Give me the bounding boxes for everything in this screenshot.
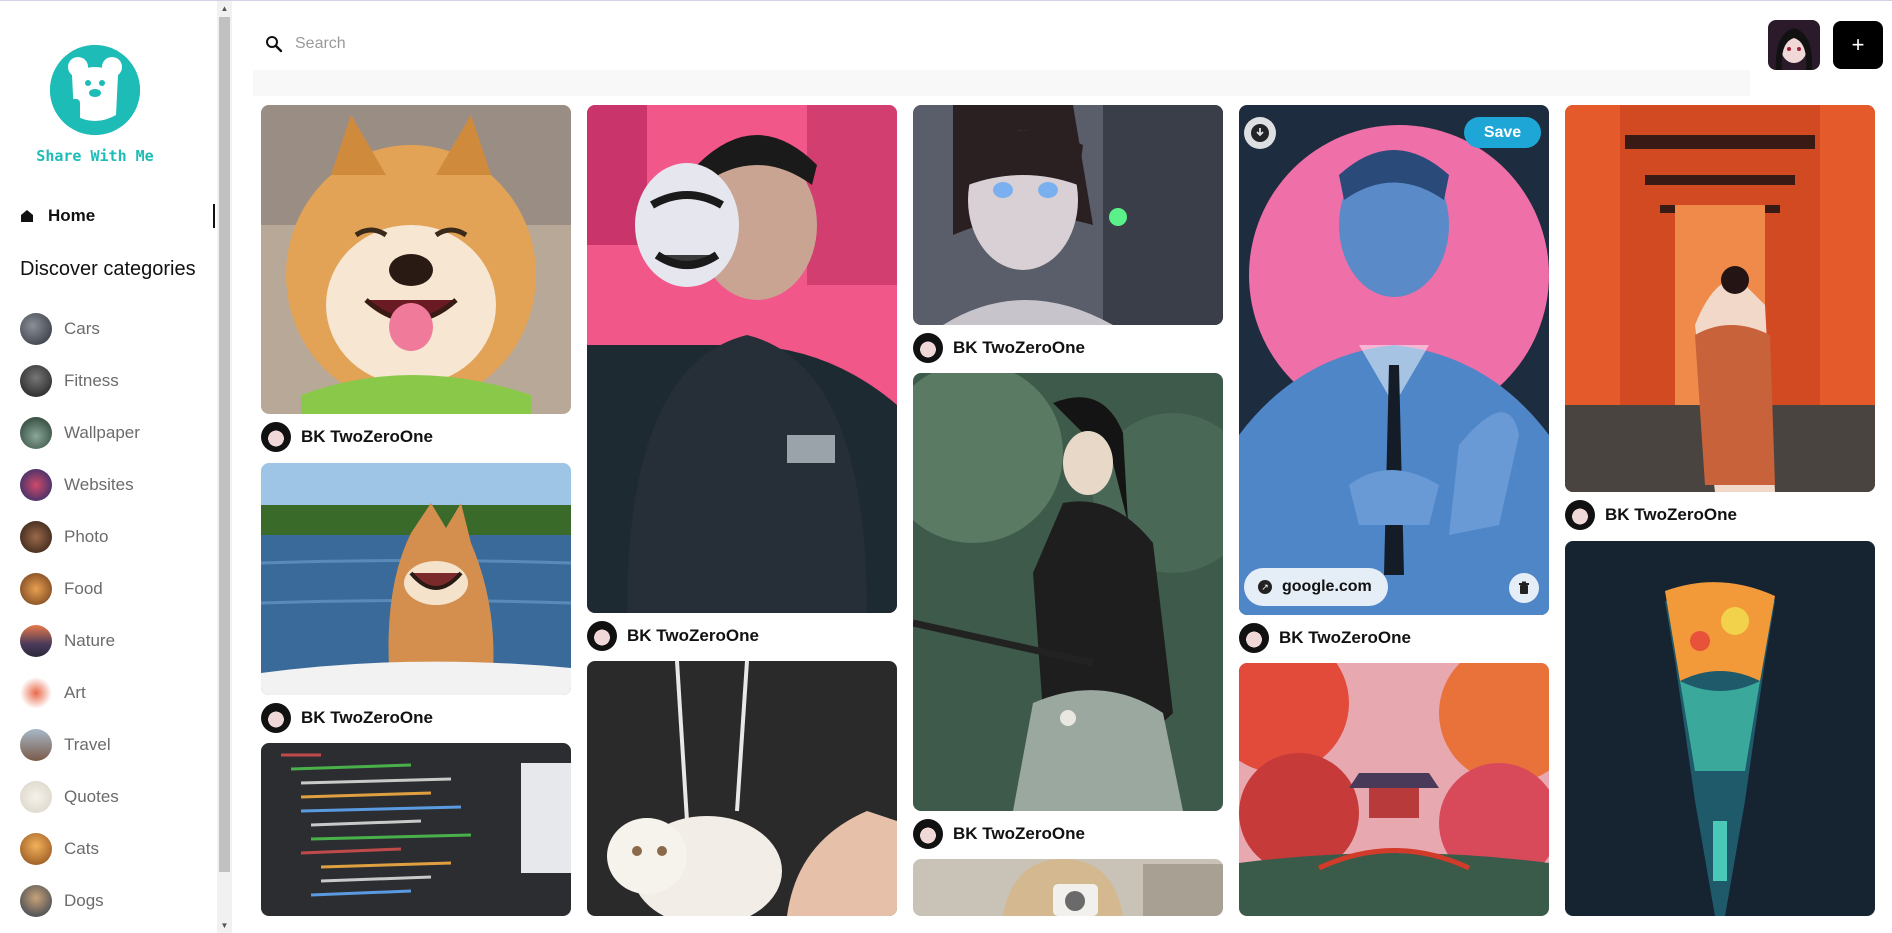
author-name: BK TwoZeroOne xyxy=(301,708,433,727)
category-websites[interactable]: Websites xyxy=(20,459,210,511)
category-thumb xyxy=(20,313,52,345)
logo[interactable] xyxy=(50,45,140,135)
external-link-icon: ↗ xyxy=(1258,580,1272,594)
pin-anime-girl[interactable] xyxy=(913,105,1223,325)
author-avatar xyxy=(913,819,943,849)
pin-camera-girl[interactable] xyxy=(913,859,1223,916)
category-photo[interactable]: Photo xyxy=(20,511,210,563)
pin-author[interactable]: BK TwoZeroOne xyxy=(913,819,1085,849)
sidebar: Share With Me Home Discover categories C… xyxy=(0,1,217,933)
categories-heading: Discover categories xyxy=(20,258,196,280)
category-thumb xyxy=(20,677,52,709)
pin-author[interactable]: BK TwoZeroOne xyxy=(587,621,759,651)
category-label: Quotes xyxy=(64,787,119,806)
pin-japanese-garden[interactable] xyxy=(1239,663,1549,916)
category-label: Cars xyxy=(64,319,100,338)
category-cats[interactable]: Cats xyxy=(20,823,210,875)
category-thumb xyxy=(20,885,52,917)
brand-name: Share With Me xyxy=(36,147,154,165)
search-icon xyxy=(266,36,283,53)
pin-shiba-smile[interactable] xyxy=(261,105,571,414)
pin-author[interactable]: BK TwoZeroOne xyxy=(261,422,433,452)
author-name: BK TwoZeroOne xyxy=(627,626,759,645)
pin-author[interactable]: BK TwoZeroOne xyxy=(1565,500,1737,530)
sidebar-scrollbar[interactable]: ▲ ▼ xyxy=(217,1,232,933)
pin-samurai-girl[interactable] xyxy=(913,373,1223,811)
category-art[interactable]: Art xyxy=(20,667,210,719)
author-name: BK TwoZeroOne xyxy=(1605,505,1737,524)
category-thumb xyxy=(20,781,52,813)
author-name: BK TwoZeroOne xyxy=(301,427,433,446)
download-icon xyxy=(1251,124,1269,142)
pin-code[interactable] xyxy=(261,743,571,916)
category-wallpaper[interactable]: Wallpaper xyxy=(20,407,210,459)
category-thumb xyxy=(20,573,52,605)
author-avatar xyxy=(261,422,291,452)
author-name: BK TwoZeroOne xyxy=(953,824,1085,843)
category-label: Food xyxy=(64,579,103,598)
category-cars[interactable]: Cars xyxy=(20,303,210,355)
category-thumb xyxy=(20,625,52,657)
nav-home-label: Home xyxy=(48,206,96,225)
author-name: BK TwoZeroOne xyxy=(1279,628,1411,647)
category-label: Websites xyxy=(64,475,134,494)
source-link[interactable]: ↗ google.com xyxy=(1244,568,1388,606)
author-avatar xyxy=(261,703,291,733)
category-thumb xyxy=(20,521,52,553)
category-quotes[interactable]: Quotes xyxy=(20,771,210,823)
author-avatar xyxy=(587,621,617,651)
source-link-label: google.com xyxy=(1282,578,1372,595)
search-input[interactable] xyxy=(295,35,1695,53)
top-border xyxy=(0,0,1892,1)
delete-button[interactable] xyxy=(1509,573,1539,603)
user-avatar[interactable] xyxy=(1768,20,1820,70)
save-button[interactable]: Save xyxy=(1464,117,1541,148)
category-thumb xyxy=(20,729,52,761)
category-fitness[interactable]: Fitness xyxy=(20,355,210,407)
pin-city-art[interactable] xyxy=(1565,541,1875,916)
scroll-thumb[interactable] xyxy=(219,17,230,872)
pin-blue-man[interactable] xyxy=(1239,105,1549,615)
category-list: Cars Fitness Wallpaper Websites Photo Fo… xyxy=(20,303,210,927)
pin-author[interactable]: BK TwoZeroOne xyxy=(1239,623,1411,653)
category-dogs[interactable]: Dogs xyxy=(20,875,210,927)
category-food[interactable]: Food xyxy=(20,563,210,615)
category-thumb xyxy=(20,417,52,449)
scroll-down-arrow-icon[interactable]: ▼ xyxy=(217,918,232,933)
download-button[interactable] xyxy=(1244,117,1276,149)
search-bar xyxy=(253,22,1750,96)
nav-home[interactable]: Home xyxy=(20,204,215,228)
pin-author[interactable]: BK TwoZeroOne xyxy=(261,703,433,733)
category-travel[interactable]: Travel xyxy=(20,719,210,771)
category-thumb xyxy=(20,365,52,397)
category-label: Travel xyxy=(64,735,111,754)
category-label: Fitness xyxy=(64,371,119,390)
author-avatar xyxy=(913,333,943,363)
author-avatar xyxy=(1565,500,1595,530)
pin-torii-kimono[interactable] xyxy=(1565,105,1875,492)
add-pin-button[interactable]: + xyxy=(1833,21,1883,69)
category-nature[interactable]: Nature xyxy=(20,615,210,667)
category-label: Nature xyxy=(64,631,116,650)
category-label: Wallpaper xyxy=(64,423,140,442)
scroll-up-arrow-icon[interactable]: ▲ xyxy=(217,1,232,16)
pin-shiba-boat[interactable] xyxy=(261,463,571,695)
home-icon xyxy=(21,210,33,222)
category-label: Art xyxy=(64,683,86,702)
pin-mask-man[interactable] xyxy=(587,105,897,613)
trash-icon xyxy=(1519,581,1529,594)
pin-author[interactable]: BK TwoZeroOne xyxy=(913,333,1085,363)
category-thumb xyxy=(20,469,52,501)
category-label: Dogs xyxy=(64,891,104,910)
pin-white-cat[interactable] xyxy=(587,661,897,916)
category-label: Photo xyxy=(64,527,109,546)
author-name: BK TwoZeroOne xyxy=(953,338,1085,357)
category-thumb xyxy=(20,833,52,865)
author-avatar xyxy=(1239,623,1269,653)
category-label: Cats xyxy=(64,839,99,858)
